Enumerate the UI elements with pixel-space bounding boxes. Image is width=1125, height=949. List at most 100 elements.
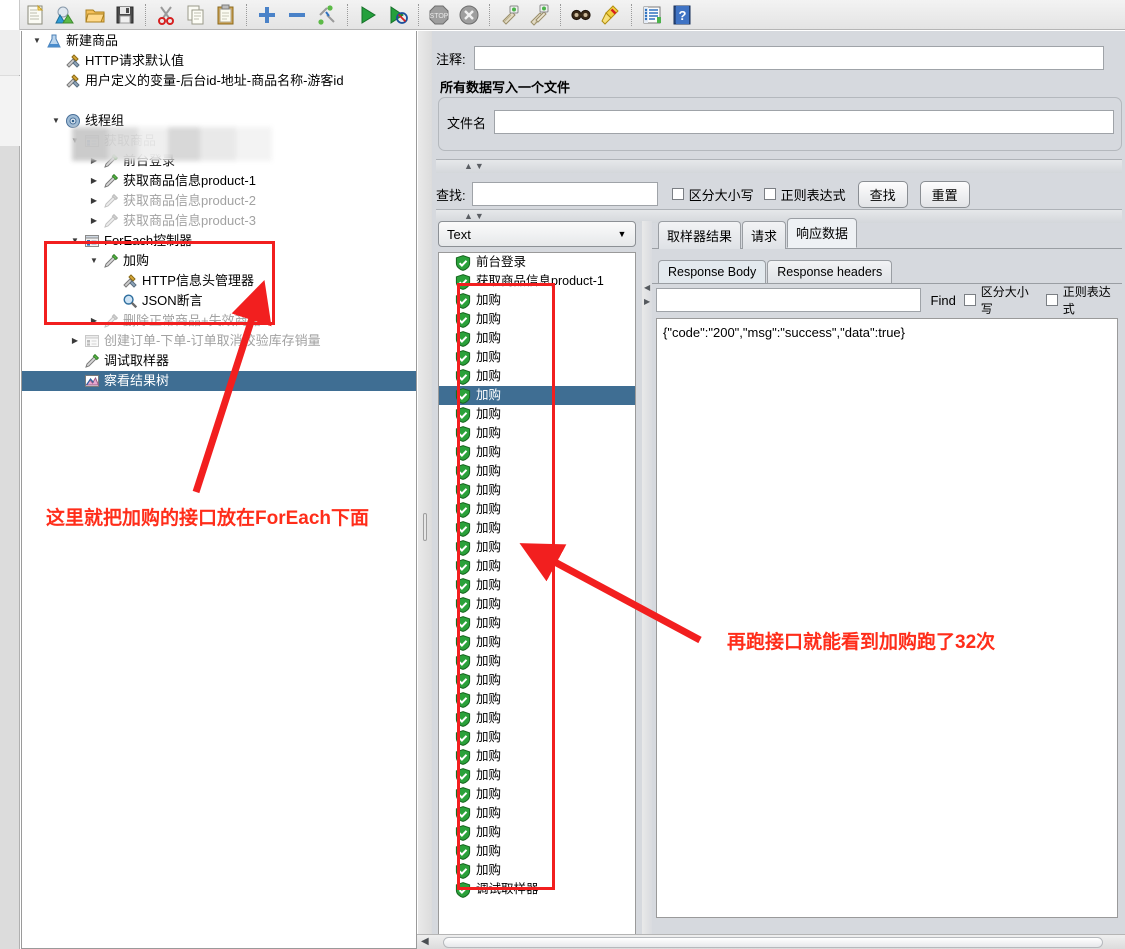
tree-item[interactable]: HTTP请求默认值 — [22, 51, 416, 71]
result-row[interactable]: 前台登录 — [439, 253, 635, 272]
tree-item[interactable]: ▶ 获取商品信息product-1 — [22, 171, 416, 191]
splitter-grip[interactable] — [423, 513, 427, 541]
tree-toggle-icon[interactable]: ▶ — [87, 211, 101, 231]
tree-item[interactable] — [22, 91, 416, 111]
tree-item[interactable]: 调试取样器 — [22, 351, 416, 371]
templates-icon[interactable] — [51, 2, 79, 28]
tree-item[interactable]: ▶ 获取商品信息product-3 — [22, 211, 416, 231]
left-gutter — [0, 30, 20, 949]
splitter-left-arrow-icon[interactable]: ◀ — [644, 283, 650, 292]
scroll-thumb[interactable] — [443, 937, 1103, 948]
tree-item-label: 获取商品信息product-1 — [123, 173, 256, 188]
tree-item-label: 调试取样器 — [104, 353, 170, 368]
collapse-all-icon[interactable] — [283, 2, 311, 28]
config-icon — [63, 53, 83, 69]
tree-item[interactable]: ▶ 获取商品信息product-2 — [22, 191, 416, 211]
sampler-icon — [101, 173, 121, 189]
new-icon[interactable] — [21, 2, 49, 28]
annotation-box-foreach — [44, 241, 275, 325]
main-toolbar: STOP ? — [0, 0, 1125, 30]
redacted-tree-item — [72, 127, 272, 161]
search-button[interactable]: 查找 — [857, 180, 908, 208]
tree-item[interactable]: ▼ 新建商品 — [22, 31, 416, 51]
toolbar-separator — [418, 4, 419, 26]
main-splitter[interactable] — [418, 31, 432, 949]
tree-toggle-icon[interactable]: ▼ — [30, 31, 44, 51]
copy-icon[interactable] — [182, 2, 210, 28]
help-icon[interactable]: ? — [668, 2, 696, 28]
search-label: 查找: — [436, 187, 466, 203]
bottom-scrollbar[interactable]: ◀ — [417, 934, 1125, 949]
tree-item[interactable]: 用户定义的变量-后台id-地址-商品名称-游客id — [22, 71, 416, 91]
toolbar-separator — [489, 4, 490, 26]
filename-input[interactable] — [494, 110, 1115, 134]
clear-all-icon[interactable] — [526, 2, 554, 28]
tree-toggle-icon[interactable]: ▶ — [87, 191, 101, 211]
toolbar-left-strip — [0, 0, 20, 30]
stop-icon[interactable]: STOP — [425, 2, 453, 28]
results-detail-splitter[interactable]: ◀ ▶ — [642, 221, 652, 949]
tree-item[interactable]: 察看结果树 — [22, 371, 416, 391]
reset-button[interactable]: 重置 — [919, 180, 970, 208]
regex-label: 正则表达式 — [780, 187, 846, 203]
annotation-right-text: 再跑接口就能看到加购跑了32次 — [727, 632, 996, 653]
start-no-pauses-icon[interactable] — [384, 2, 412, 28]
paste-icon[interactable] — [212, 2, 240, 28]
write-all-title: 所有数据写入一个文件 — [440, 80, 571, 95]
test-plan-icon — [44, 33, 64, 49]
splitter-right-arrow-icon[interactable]: ▶ — [644, 297, 650, 306]
chevron-down-icon[interactable]: ▼ — [611, 229, 633, 239]
view-results-icon — [82, 373, 102, 389]
sampler-icon — [101, 193, 121, 209]
renderer-combo[interactable]: Text ▼ — [438, 221, 636, 247]
detail-tab[interactable]: 取样器结果 — [658, 221, 742, 249]
find-regex-checkbox[interactable] — [1045, 294, 1058, 306]
open-icon[interactable] — [81, 2, 109, 28]
detail-tab[interactable]: 请求 — [742, 221, 787, 249]
shutdown-icon[interactable] — [455, 2, 483, 28]
response-subtab[interactable]: Response Body — [658, 260, 767, 283]
splitter-arrows-icon[interactable]: ▲▼ — [464, 161, 486, 171]
search-icon[interactable] — [567, 2, 595, 28]
regex-checkbox[interactable] — [763, 188, 776, 200]
pass-icon — [455, 254, 471, 271]
test-plan-tree-items: ▼ 新建商品 HTTP请求默认值 用户定义的变量-后台id-地址-商品名称-游客id ▼… — [22, 31, 416, 391]
find-label: Find — [930, 292, 956, 308]
toolbar-separator — [631, 4, 632, 26]
response-subtab[interactable]: Response headers — [767, 260, 893, 283]
clear-icon[interactable] — [496, 2, 524, 28]
find-case-checkbox[interactable] — [963, 294, 976, 306]
splitter-arrows-icon-2[interactable]: ▲▼ — [464, 211, 486, 221]
response-body-text[interactable]: {"code":"200","msg":"success","data":tru… — [656, 318, 1118, 918]
test-plan-tree[interactable]: ▼ 新建商品 HTTP请求默认值 用户定义的变量-后台id-地址-商品名称-游客id ▼… — [21, 31, 417, 949]
comment-input[interactable] — [473, 46, 1104, 70]
expand-all-icon[interactable] — [253, 2, 281, 28]
tree-toggle-icon[interactable]: ▶ — [68, 331, 82, 351]
detail-tab[interactable]: 响应数据 — [787, 218, 858, 248]
subtabs-underline — [652, 283, 1122, 284]
comment-label: 注释: — [436, 51, 466, 67]
controller-icon — [82, 333, 102, 349]
tree-item[interactable]: ▶ 创建订单-下单-订单取消校验库存销量 — [22, 331, 416, 351]
toolbar-separator — [246, 4, 247, 26]
tree-item-label: 察看结果树 — [104, 373, 170, 388]
function-helper-icon[interactable] — [638, 2, 666, 28]
svg-text:STOP: STOP — [430, 13, 449, 20]
case-sensitive-checkbox[interactable] — [671, 188, 684, 200]
tree-toggle-icon[interactable]: ▼ — [49, 111, 63, 131]
toggle-icon[interactable] — [313, 2, 341, 28]
scroll-left-arrow-icon[interactable]: ◀ — [421, 936, 429, 947]
reset-search-icon[interactable] — [597, 2, 625, 28]
start-icon[interactable] — [354, 2, 382, 28]
find-input[interactable] — [656, 288, 921, 312]
cut-icon[interactable] — [152, 2, 180, 28]
upper-horizontal-splitter[interactable]: ▲▼ — [436, 159, 1122, 173]
search-bar: 查找: 区分大小写 正则表达式 查找 重置 — [436, 177, 1122, 211]
save-icon[interactable] — [111, 2, 139, 28]
search-input[interactable] — [471, 182, 658, 206]
tree-item-label: 获取商品信息product-2 — [123, 193, 256, 208]
result-row-label: 前台登录 — [476, 255, 527, 269]
toolbar-buttons: STOP ? — [20, 0, 697, 30]
tree-item-label: 创建订单-下单-订单取消校验库存销量 — [104, 333, 321, 348]
tree-toggle-icon[interactable]: ▶ — [87, 171, 101, 191]
